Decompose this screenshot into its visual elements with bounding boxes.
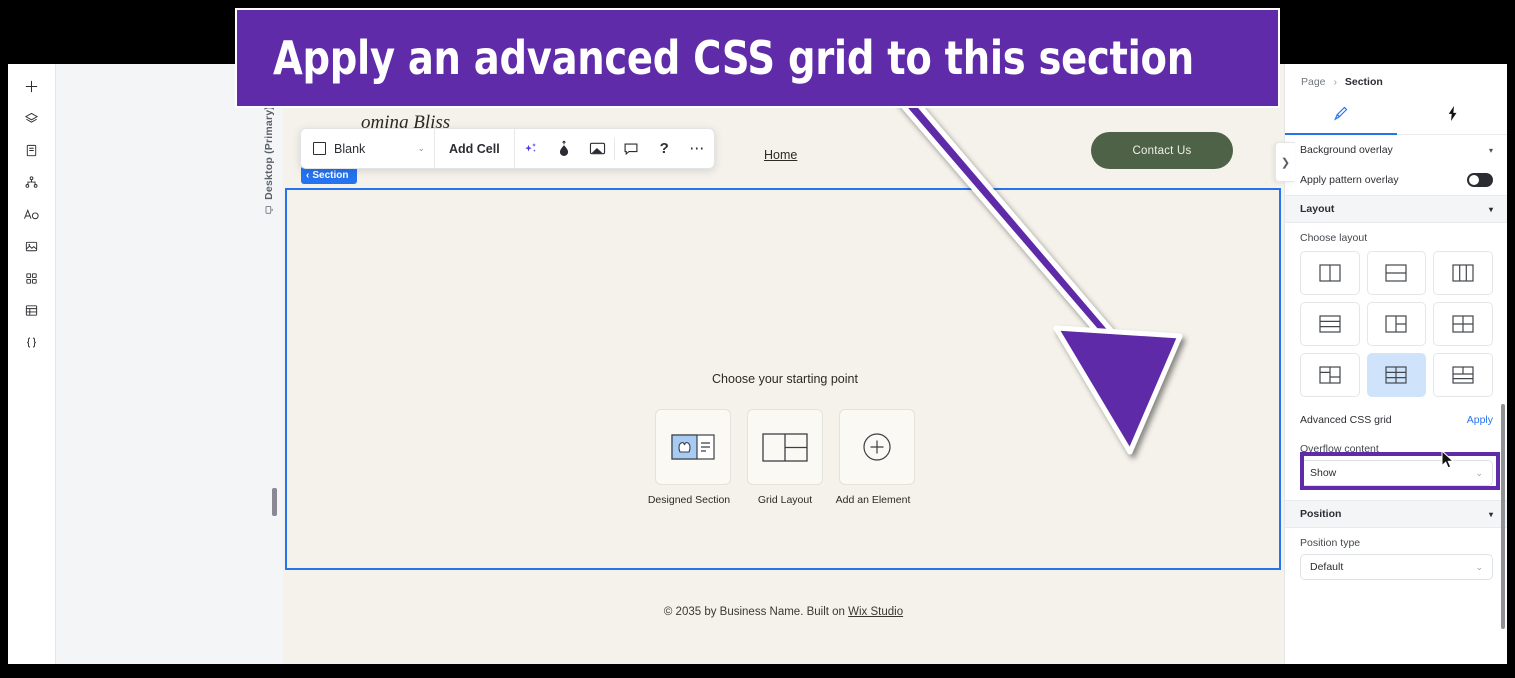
chevron-down-icon: ▾ [1488, 204, 1493, 214]
layout-two-rows[interactable] [1366, 251, 1427, 295]
layout-six-cells[interactable] [1366, 353, 1427, 397]
add-cell-button[interactable]: Add Cell [435, 129, 515, 168]
mouse-cursor [1441, 450, 1455, 469]
comment-icon[interactable] [615, 129, 648, 168]
media-frame-icon[interactable] [581, 129, 614, 168]
advanced-css-grid-label: Advanced CSS grid [1300, 413, 1392, 426]
contact-us-button[interactable]: Contact Us [1091, 132, 1233, 169]
lightning-bolt-icon [1445, 105, 1460, 127]
choose-layout-label: Choose layout [1300, 232, 1368, 244]
card-add-element[interactable]: Add an Element [836, 409, 915, 506]
layout-four-quadrants[interactable] [1433, 302, 1493, 346]
cms-table-icon[interactable] [15, 294, 49, 326]
row-label: Background overlay [1300, 144, 1393, 156]
help-icon[interactable]: ? [648, 129, 681, 168]
section-header-layout[interactable]: Layout ▾ [1285, 195, 1507, 223]
layout-left-col-split-right[interactable] [1366, 302, 1427, 346]
panel-tabs [1285, 98, 1507, 135]
card-designed-section[interactable]: Designed Section [648, 409, 731, 506]
media-icon[interactable] [15, 230, 49, 262]
canvas-gutter: Desktop (Primary) [56, 64, 284, 664]
ai-sparkles-icon[interactable] [515, 129, 548, 168]
breadcrumb-current: Section [1344, 76, 1383, 88]
code-brackets-icon[interactable] [15, 326, 49, 358]
selected-section[interactable]: Choose your starting point Designed Sect… [285, 188, 1281, 570]
paint-drop-icon[interactable] [548, 129, 581, 168]
square-outline-icon [313, 142, 326, 155]
card-label: Designed Section [647, 494, 731, 506]
section-floating-toolbar: Blank ⌄ Add Cell ? ⋯ [300, 128, 715, 169]
tab-interactions[interactable] [1397, 98, 1508, 134]
position-type-value: Default [1310, 561, 1344, 573]
site-canvas: oming Bliss Home Contact Us ‹ Section Ch… [283, 64, 1284, 664]
card-label: Grid Layout [757, 494, 813, 506]
monitor-icon [265, 204, 274, 216]
wix-studio-editor-window: Desktop (Primary) oming Bliss Home Conta… [8, 64, 1507, 664]
breadcrumb-separator: › [1333, 76, 1337, 88]
chevron-down-icon: ▾ [1488, 509, 1493, 519]
starting-point-title: Choose your starting point [712, 372, 858, 386]
layout-options-grid [1285, 249, 1507, 405]
nav-link-home[interactable]: Home [764, 148, 797, 162]
canvas-ruler-handle[interactable] [272, 488, 277, 516]
breadcrumb-parent[interactable]: Page [1301, 76, 1326, 88]
grid-layout-icon [747, 409, 823, 485]
card-grid-layout[interactable]: Grid Layout [747, 409, 823, 506]
apps-icon[interactable] [15, 262, 49, 294]
apply-link[interactable]: Apply [1467, 414, 1493, 426]
pages-icon[interactable] [15, 134, 49, 166]
preset-label: Blank [334, 141, 366, 156]
breadcrumb: Page › Section [1285, 64, 1507, 88]
chevron-down-icon: ⌄ [417, 143, 425, 153]
paintbrush-icon [1332, 105, 1349, 127]
starting-point-cards: Designed Section Grid Layout Add an Elem… [287, 409, 1283, 506]
section-header-position[interactable]: Position ▾ [1285, 500, 1507, 528]
annotation-highlight-box [1300, 452, 1500, 490]
text-icon[interactable] [15, 198, 49, 230]
left-tool-rail [8, 64, 56, 664]
preset-dropdown[interactable]: Blank ⌄ [301, 129, 435, 168]
collapse-panel-chevron-right-icon[interactable]: ❯ [1275, 142, 1295, 182]
viewport-label: Desktop (Primary) [263, 106, 275, 215]
layout-top-split-bottom-rows[interactable] [1433, 353, 1493, 397]
layout-split-left-stack[interactable] [1300, 353, 1360, 397]
footer-link-wix-studio[interactable]: Wix Studio [848, 606, 903, 618]
section-title: Position [1300, 508, 1342, 520]
screenshot-root: Desktop (Primary) oming Bliss Home Conta… [0, 0, 1515, 678]
viewport-label-text: Desktop (Primary) [263, 106, 275, 200]
advanced-css-grid-row[interactable]: Advanced CSS grid Apply [1285, 405, 1507, 434]
starting-point-panel: Choose your starting point Designed Sect… [287, 372, 1283, 506]
row-apply-pattern-overlay[interactable]: Apply pattern overlay [1285, 165, 1507, 195]
chevron-down-icon: ⌄ [1475, 561, 1483, 572]
chevron-down-icon: ▾ [1488, 145, 1493, 155]
site-footer: © 2035 by Business Name. Built on Wix St… [283, 570, 1284, 664]
layout-three-rows[interactable] [1300, 302, 1360, 346]
site-structure-icon[interactable] [15, 166, 49, 198]
tab-design[interactable] [1285, 98, 1397, 135]
badge-back-chevron-icon: ‹ [306, 169, 310, 181]
row-background-overlay[interactable]: Background overlay ▾ [1285, 135, 1507, 165]
inspector-panel: Page › Section Background overlay ▾ Appl… [1284, 64, 1507, 664]
annotation-banner: Apply an advanced CSS grid to this secti… [235, 8, 1280, 108]
section-title: Layout [1300, 203, 1335, 215]
annotation-banner-text: Apply an advanced CSS grid to this secti… [273, 31, 1194, 85]
add-icon[interactable] [15, 70, 49, 102]
footer-text: © 2035 by Business Name. Built on Wix St… [283, 606, 1284, 618]
position-type-label: Position type [1300, 537, 1361, 549]
position-type-select[interactable]: Default ⌄ [1300, 554, 1493, 580]
layers-icon[interactable] [15, 102, 49, 134]
designed-section-icon [655, 409, 731, 485]
layout-two-columns[interactable] [1300, 251, 1360, 295]
more-options-icon[interactable]: ⋯ [681, 129, 714, 168]
badge-label: Section [312, 169, 349, 181]
panel-scrollbar[interactable] [1501, 404, 1505, 629]
layout-three-columns[interactable] [1433, 251, 1493, 295]
card-label: Add an Element [835, 494, 911, 506]
footer-copyright: © 2035 by Business Name. Built on [663, 606, 849, 618]
plus-circle-icon [839, 409, 915, 485]
row-label: Apply pattern overlay [1300, 174, 1399, 186]
pattern-overlay-toggle[interactable] [1467, 173, 1493, 187]
